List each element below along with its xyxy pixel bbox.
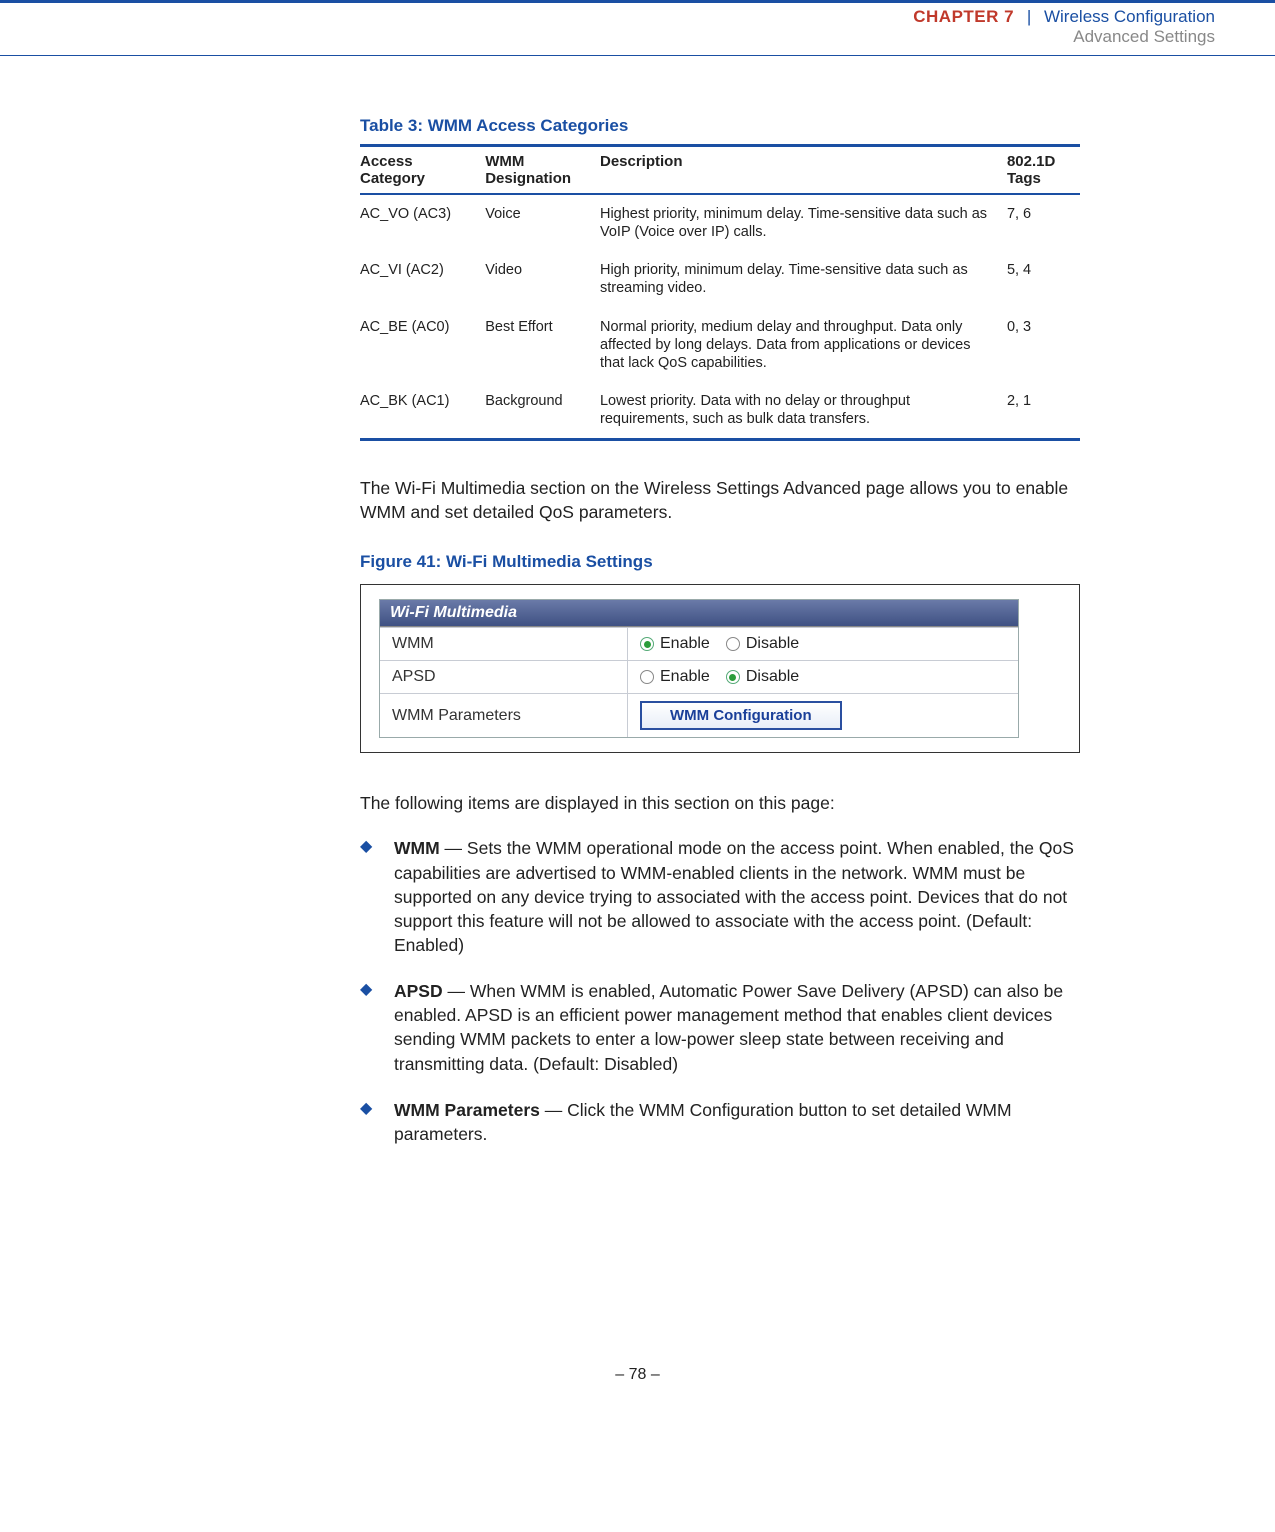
- th-tags: 802.1D Tags: [1007, 146, 1080, 195]
- td-tags: 2, 1: [1007, 382, 1080, 440]
- apsd-label: APSD: [380, 661, 628, 693]
- th-description: Description: [600, 146, 1007, 195]
- list-item: WMM Parameters — Click the WMM Configura…: [360, 1098, 1080, 1146]
- under-rule: [0, 55, 1275, 56]
- td-access-category: AC_BK (AC1): [360, 382, 485, 440]
- wmm-enable-radio[interactable]: [640, 637, 654, 651]
- apsd-enable-label: Enable: [660, 668, 720, 686]
- wmm-enable-label: Enable: [660, 635, 720, 653]
- wmm-configuration-button[interactable]: WMM Configuration: [640, 701, 842, 730]
- wifi-multimedia-panel: Wi-Fi Multimedia WMM Enable Disable APSD…: [379, 599, 1019, 738]
- figure-title: Figure 41: Wi-Fi Multimedia Settings: [360, 552, 1080, 572]
- td-description: High priority, minimum delay. Time-sensi…: [600, 251, 1007, 307]
- td-wmm-designation: Best Effort: [485, 308, 600, 382]
- td-access-category: AC_VI (AC2): [360, 251, 485, 307]
- table-row: AC_BK (AC1) Background Lowest priority. …: [360, 382, 1080, 440]
- panel-row-apsd: APSD Enable Disable: [380, 660, 1018, 693]
- apsd-disable-label: Disable: [746, 668, 809, 686]
- table-title: Table 3: WMM Access Categories: [360, 116, 1080, 136]
- wmm-disable-label: Disable: [746, 635, 809, 653]
- item-term: WMM: [394, 838, 440, 858]
- page-number: – 78 –: [615, 1366, 659, 1383]
- td-wmm-designation: Video: [485, 251, 600, 307]
- item-text: — Sets the WMM operational mode on the a…: [394, 838, 1074, 955]
- panel-header: Wi-Fi Multimedia: [380, 600, 1018, 627]
- wmm-disable-radio[interactable]: [726, 637, 740, 651]
- td-description: Normal priority, medium delay and throug…: [600, 308, 1007, 382]
- items-intro: The following items are displayed in thi…: [360, 793, 1080, 814]
- apsd-disable-radio[interactable]: [726, 670, 740, 684]
- header-separator: |: [1019, 7, 1039, 26]
- th-access-category: Access Category: [360, 146, 485, 195]
- item-term: APSD: [394, 981, 443, 1001]
- items-list: WMM — Sets the WMM operational mode on t…: [360, 836, 1080, 1146]
- wmm-label: WMM: [380, 628, 628, 660]
- table-row: AC_VI (AC2) Video High priority, minimum…: [360, 251, 1080, 307]
- table-row: AC_VO (AC3) Voice Highest priority, mini…: [360, 194, 1080, 251]
- list-item: WMM — Sets the WMM operational mode on t…: [360, 836, 1080, 957]
- panel-row-wmm: WMM Enable Disable: [380, 627, 1018, 660]
- td-wmm-designation: Background: [485, 382, 600, 440]
- td-access-category: AC_BE (AC0): [360, 308, 485, 382]
- table-row: AC_BE (AC0) Best Effort Normal priority,…: [360, 308, 1080, 382]
- td-wmm-designation: Voice: [485, 194, 600, 251]
- item-term: WMM Parameters: [394, 1100, 540, 1120]
- chapter-label: CHAPTER 7: [913, 7, 1014, 26]
- td-access-category: AC_VO (AC3): [360, 194, 485, 251]
- td-tags: 0, 3: [1007, 308, 1080, 382]
- section-title: Wireless Configuration: [1044, 7, 1215, 26]
- page-header: CHAPTER 7 | Wireless Configuration Advan…: [0, 3, 1275, 53]
- td-description: Highest priority, minimum delay. Time-se…: [600, 194, 1007, 251]
- td-tags: 7, 6: [1007, 194, 1080, 251]
- page-footer: – 78 –: [0, 1366, 1275, 1384]
- item-text: — When WMM is enabled, Automatic Power S…: [394, 981, 1063, 1073]
- subsection-title: Advanced Settings: [0, 27, 1215, 47]
- th-wmm-designation: WMM Designation: [485, 146, 600, 195]
- td-tags: 5, 4: [1007, 251, 1080, 307]
- td-description: Lowest priority. Data with no delay or t…: [600, 382, 1007, 440]
- figure-box: Wi-Fi Multimedia WMM Enable Disable APSD…: [360, 584, 1080, 753]
- panel-row-params: WMM Parameters WMM Configuration: [380, 693, 1018, 737]
- wmm-params-label: WMM Parameters: [380, 694, 628, 737]
- apsd-enable-radio[interactable]: [640, 670, 654, 684]
- list-item: APSD — When WMM is enabled, Automatic Po…: [360, 979, 1080, 1076]
- wmm-access-categories-table: Access Category WMM Designation Descript…: [360, 144, 1080, 441]
- body-paragraph: The Wi-Fi Multimedia section on the Wire…: [360, 477, 1080, 524]
